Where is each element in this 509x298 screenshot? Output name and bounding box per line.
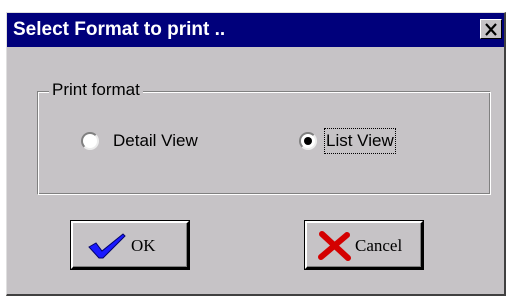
close-icon bbox=[485, 22, 497, 36]
print-format-group bbox=[37, 91, 491, 195]
radio-list-view-label[interactable]: List View bbox=[324, 128, 396, 154]
ok-button-label: OK bbox=[131, 236, 156, 255]
check-icon bbox=[88, 233, 126, 259]
radio-detail-view-label[interactable]: Detail View bbox=[113, 130, 198, 152]
dialog-title: Select Format to print .. bbox=[13, 19, 226, 40]
cross-icon bbox=[318, 231, 351, 261]
ok-button[interactable]: OK bbox=[71, 221, 189, 269]
radio-list-view[interactable] bbox=[299, 132, 317, 150]
cancel-button-label: Cancel bbox=[355, 236, 403, 255]
close-button[interactable] bbox=[480, 19, 502, 39]
print-format-dialog: Select Format to print .. Print format D… bbox=[6, 12, 506, 296]
radio-selected-dot bbox=[304, 137, 312, 145]
radio-detail-view[interactable] bbox=[81, 132, 99, 150]
title-bar: Select Format to print .. bbox=[7, 13, 504, 47]
print-format-label: Print format bbox=[49, 79, 143, 101]
cancel-button[interactable]: Cancel bbox=[305, 221, 423, 269]
